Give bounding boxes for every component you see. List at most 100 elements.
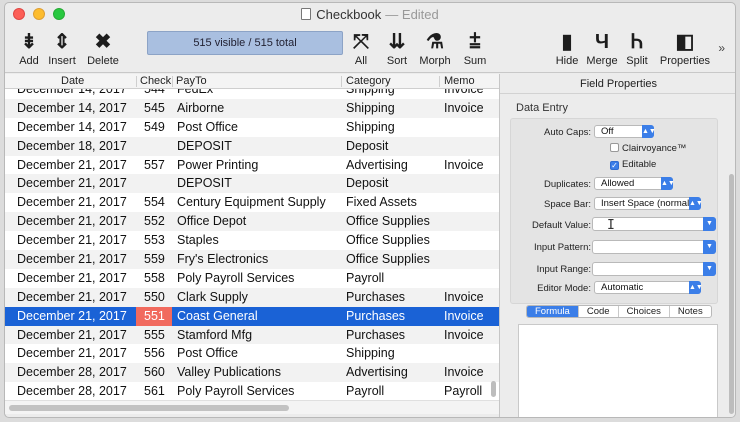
payto-cell[interactable]: Stamford Mfg — [177, 328, 252, 342]
table-row[interactable]: December 21, 2017 555 Stamford Mfg Purchase… — [5, 325, 499, 345]
date-cell[interactable]: December 21, 2017 — [17, 328, 127, 342]
check-cell[interactable]: 552 — [136, 212, 172, 231]
date-cell[interactable]: December 28, 2017 — [17, 365, 127, 379]
date-cell[interactable]: December 21, 2017 — [17, 271, 127, 285]
date-cell[interactable]: December 14, 2017 — [17, 101, 127, 115]
category-cell[interactable]: Office Supplies — [346, 252, 430, 266]
payto-cell[interactable]: Poly Payroll Services — [177, 384, 294, 398]
table-row[interactable]: December 14, 2017 545 Airborne Shipping Invo… — [5, 98, 499, 118]
table-row[interactable]: December 21, 2017 552 Office Depot Office S… — [5, 212, 499, 232]
insert-button[interactable]: ⇕ Insert — [47, 29, 77, 67]
chevron-down-icon[interactable]: ▼ — [703, 240, 716, 254]
panel-scrollbar[interactable] — [729, 174, 734, 414]
add-button[interactable]: ⇟ Add — [17, 29, 41, 67]
clairvoyance-checkbox[interactable]: Clairvoyance™ — [610, 143, 686, 154]
date-cell[interactable]: December 21, 2017 — [17, 176, 127, 190]
toolbar-overflow-button[interactable]: » — [718, 41, 725, 55]
payto-cell[interactable]: DEPOSIT — [177, 176, 232, 190]
category-cell[interactable]: Office Supplies — [346, 233, 430, 247]
category-cell[interactable]: Payroll — [346, 384, 384, 398]
properties-button[interactable]: ◧ Properties — [657, 29, 713, 67]
date-cell[interactable]: December 21, 2017 — [17, 309, 127, 323]
horizontal-scrollbar[interactable] — [5, 400, 499, 414]
data-sheet[interactable]: Date Check PayTo Category Memo December … — [5, 74, 499, 400]
auto-caps-popup[interactable]: Off ▲▼ — [594, 125, 656, 138]
check-cell[interactable]: 550 — [136, 288, 172, 307]
date-cell[interactable]: December 14, 2017 — [17, 120, 127, 134]
category-cell[interactable]: Advertising — [346, 365, 408, 379]
table-row[interactable]: December 21, 2017 559 Fry's Electronics Off… — [5, 250, 499, 269]
payto-cell[interactable]: Office Depot — [177, 214, 246, 228]
vertical-scrollbar[interactable] — [491, 381, 496, 397]
payto-cell[interactable]: Valley Publications — [177, 365, 281, 379]
table-row[interactable]: December 28, 2017 560 Valley Publications A… — [5, 363, 499, 383]
check-cell[interactable]: 558 — [136, 269, 172, 288]
duplicates-popup[interactable]: Allowed ▲▼ — [594, 177, 675, 190]
payto-cell[interactable]: Post Office — [177, 120, 238, 134]
memo-cell[interactable]: Invoice — [444, 290, 484, 304]
payto-cell[interactable]: Fry's Electronics — [177, 252, 268, 266]
tab-notes[interactable]: Notes — [668, 306, 711, 317]
check-cell[interactable]: 545 — [136, 99, 172, 118]
sum-button[interactable]: ⩲ Sum — [461, 29, 489, 67]
category-cell[interactable]: Purchases — [346, 309, 405, 323]
tab-code[interactable]: Code — [577, 306, 618, 317]
table-row[interactable]: December 21, 2017 558 Poly Payroll Service… — [5, 269, 499, 288]
input-pattern-combo[interactable]: ▼ — [592, 240, 716, 254]
input-range-combo[interactable]: ▼ — [592, 262, 716, 276]
date-cell[interactable]: December 21, 2017 — [17, 158, 127, 172]
category-cell[interactable]: Shipping — [346, 101, 395, 115]
memo-cell[interactable]: Invoice — [444, 365, 484, 379]
payto-cell[interactable]: Staples — [177, 233, 219, 247]
check-cell[interactable]: 555 — [136, 326, 172, 345]
check-cell[interactable]: 561 — [136, 382, 172, 399]
sort-button[interactable]: ⇊ Sort — [383, 29, 411, 67]
category-cell[interactable]: Advertising — [346, 158, 408, 172]
column-divider[interactable] — [439, 76, 440, 87]
column-header-date[interactable]: Date — [61, 75, 84, 87]
column-header-payto[interactable]: PayTo — [176, 75, 207, 87]
table-row[interactable]: December 21, 2017 554 Century Equipment Su… — [5, 193, 499, 212]
table-row[interactable]: December 21, 2017 557 Power Printing Advert… — [5, 156, 499, 175]
column-header-memo[interactable]: Memo — [444, 75, 475, 87]
memo-cell[interactable]: Invoice — [444, 328, 484, 342]
column-divider[interactable] — [172, 76, 173, 87]
column-divider[interactable] — [136, 76, 137, 87]
category-cell[interactable]: Shipping — [346, 346, 395, 360]
hide-button[interactable]: ▮ Hide — [553, 29, 581, 67]
date-cell[interactable]: December 14, 2017 — [17, 89, 127, 96]
category-cell[interactable]: Office Supplies — [346, 214, 430, 228]
date-cell[interactable]: December 18, 2017 — [17, 139, 127, 153]
editor-mode-popup[interactable]: Automatic ▲▼ — [594, 281, 703, 294]
table-row[interactable]: December 14, 2017 544 FedEx Shipping Invoice — [5, 89, 499, 99]
payto-cell[interactable]: Clark Supply — [177, 290, 248, 304]
merge-button[interactable]: Ч Merge — [585, 29, 619, 67]
category-cell[interactable]: Purchases — [346, 290, 405, 304]
date-cell[interactable]: December 21, 2017 — [17, 195, 127, 209]
all-button[interactable]: ⤧ All — [349, 29, 373, 67]
check-cell[interactable]: 557 — [136, 156, 172, 175]
memo-cell[interactable]: Invoice — [444, 158, 484, 172]
date-cell[interactable]: December 21, 2017 — [17, 214, 127, 228]
payto-cell[interactable]: DEPOSIT — [177, 139, 232, 153]
category-cell[interactable]: Shipping — [346, 89, 395, 96]
table-row[interactable]: December 14, 2017 549 Post Office Shipping — [5, 118, 499, 137]
category-cell[interactable]: Fixed Assets — [346, 195, 417, 209]
table-row[interactable]: December 21, 2017 DEPOSIT Deposit — [5, 174, 499, 194]
delete-button[interactable]: ✖ Delete — [85, 29, 121, 67]
formula-editor[interactable] — [518, 324, 718, 417]
memo-cell[interactable]: Invoice — [444, 89, 484, 96]
payto-cell[interactable]: Power Printing — [177, 158, 258, 172]
tab-choices[interactable]: Choices — [617, 306, 669, 317]
morph-button[interactable]: ⚗ Morph — [417, 29, 453, 67]
date-cell[interactable]: December 21, 2017 — [17, 252, 127, 266]
table-row[interactable]: December 21, 2017 556 Post Office Shipping — [5, 344, 499, 363]
check-cell[interactable]: 553 — [136, 231, 172, 250]
space-bar-popup[interactable]: Insert Space (normal) ▲▼ — [594, 197, 703, 210]
category-cell[interactable]: Purchases — [346, 328, 405, 342]
date-cell[interactable]: December 21, 2017 — [17, 233, 127, 247]
check-cell[interactable]: 544 — [136, 89, 172, 99]
payto-cell[interactable]: Coast General — [177, 309, 258, 323]
memo-cell[interactable]: Invoice — [444, 101, 484, 115]
payto-cell[interactable]: Century Equipment Supply — [177, 195, 326, 209]
